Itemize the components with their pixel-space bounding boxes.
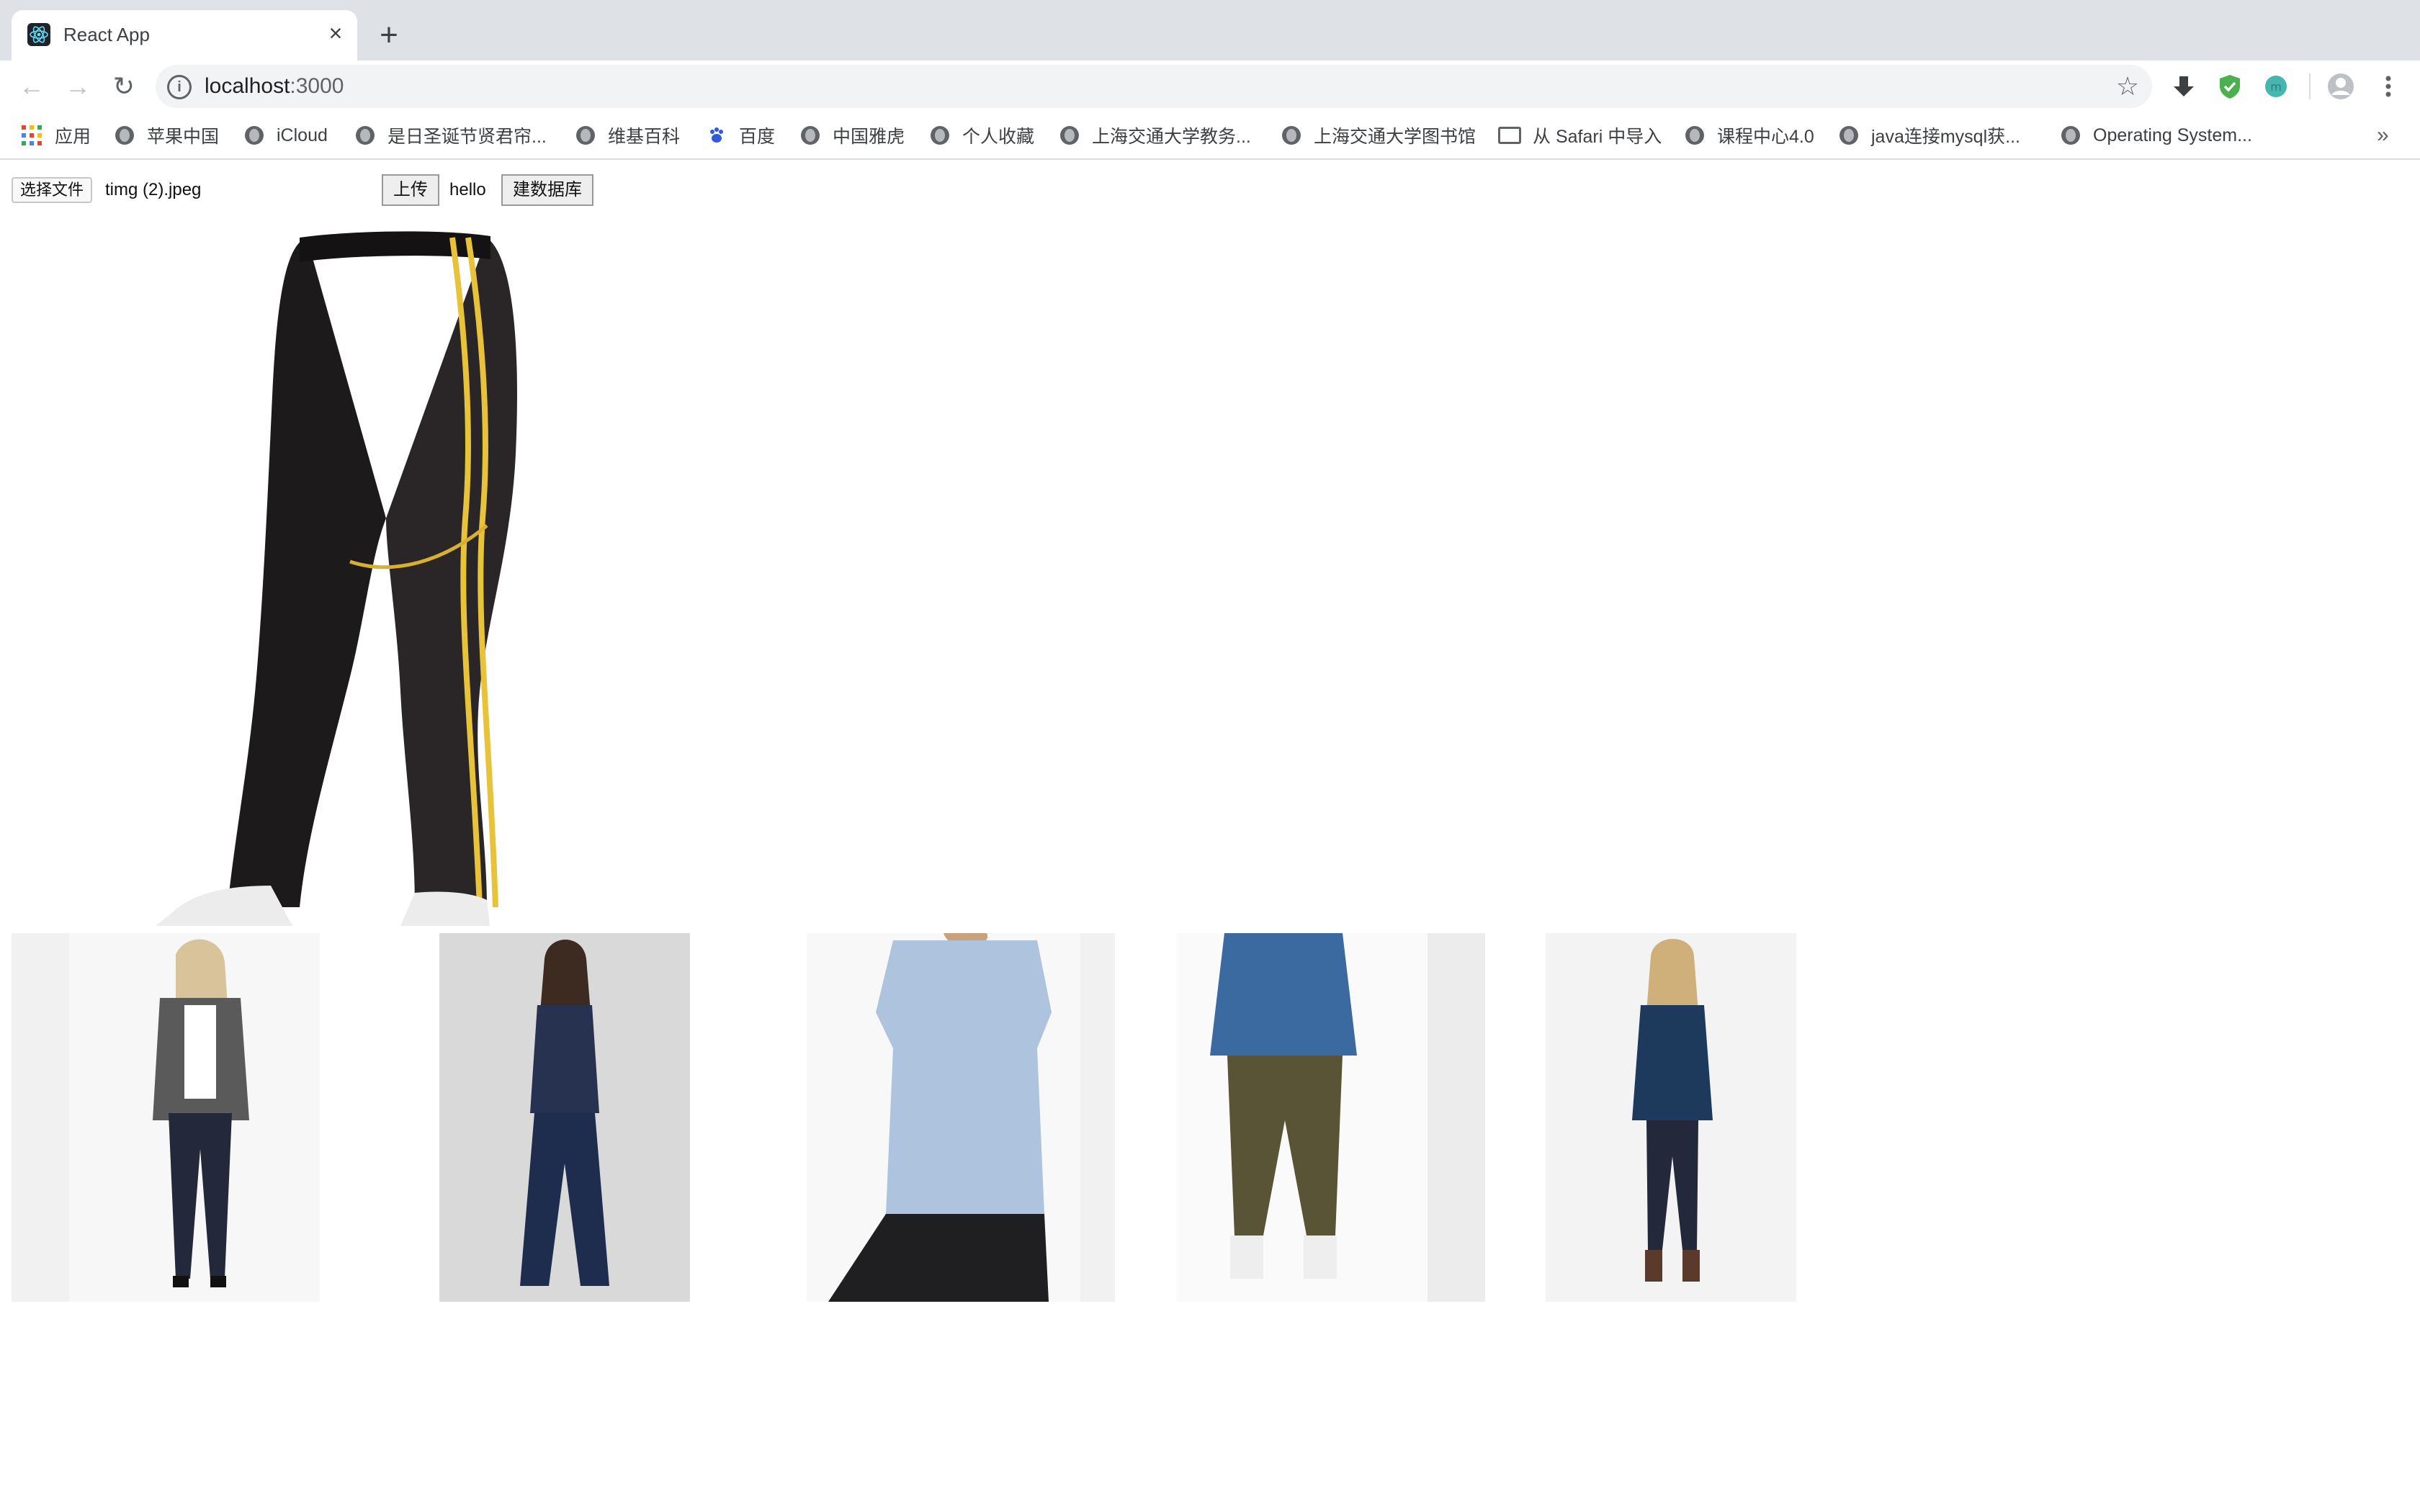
bookmark-item[interactable]: 百度: [707, 121, 775, 150]
toolbar-divider: [2309, 73, 2311, 99]
bookmark-item[interactable]: iCloud: [245, 121, 328, 150]
globe-icon: [1060, 126, 1079, 145]
bookmark-label: 个人收藏: [962, 127, 1035, 147]
profile-avatar-icon[interactable]: [2325, 71, 2357, 102]
globe-icon: [576, 126, 595, 145]
uploaded-track-pants-image: [12, 216, 530, 926]
shield-check-icon[interactable]: [2214, 71, 2246, 102]
result-image-3[interactable]: [807, 933, 1115, 1302]
browser-toolbar: ← → ↻ i localhost:3000 ☆ m: [0, 60, 2420, 112]
globe-icon: [2061, 126, 2080, 145]
address-bar[interactable]: i localhost:3000 ☆: [156, 65, 2152, 108]
back-arrow-icon[interactable]: ←: [14, 69, 49, 104]
bookmark-item[interactable]: 苹果中国: [115, 121, 219, 150]
bookmark-item[interactable]: Operating System...: [2061, 121, 2252, 150]
bookmark-item[interactable]: java连接mysql获...: [1839, 121, 2020, 150]
baidu-paw-icon: [707, 126, 726, 145]
globe-icon: [931, 126, 949, 145]
globe-icon: [1685, 126, 1704, 145]
upload-button[interactable]: 上传: [382, 174, 439, 206]
build-database-button[interactable]: 建数据库: [501, 174, 593, 206]
globe-icon: [245, 126, 264, 145]
bookmark-item[interactable]: 维基百科: [576, 121, 680, 150]
bookmark-apps[interactable]: 应用: [22, 121, 91, 150]
bookmark-label: 上海交通大学图书馆: [1314, 127, 1476, 147]
result-image-4[interactable]: [1177, 933, 1485, 1302]
svg-text:m: m: [2270, 80, 2282, 94]
tab-title: React App: [63, 24, 150, 45]
url-host: localhost: [205, 74, 290, 98]
forward-arrow-icon[interactable]: →: [60, 69, 95, 104]
bookmarks-overflow-chevron-icon[interactable]: »: [2377, 121, 2389, 150]
kebab-menu-icon[interactable]: [2372, 71, 2404, 102]
bookmark-label: 上海交通大学教务...: [1092, 127, 1251, 147]
new-tab-button[interactable]: +: [375, 19, 403, 52]
bookmark-label: 是日圣诞节贤君帘...: [387, 127, 547, 147]
bookmark-label: 维基百科: [608, 127, 681, 147]
bookmark-item[interactable]: 上海交通大学图书馆: [1282, 121, 1476, 150]
globe-icon: [356, 126, 375, 145]
bookmark-item[interactable]: 上海交通大学教务...: [1060, 121, 1251, 150]
bookmark-label: iCloud: [277, 125, 328, 145]
tab-strip: React App × +: [0, 0, 2420, 60]
bookmark-item[interactable]: 是日圣诞节贤君帘...: [356, 121, 547, 150]
apps-grid-icon: [22, 125, 42, 145]
bookmark-label: 应用: [55, 127, 91, 147]
bookmark-label: 课程中心4.0: [1717, 127, 1814, 147]
result-image-5[interactable]: [1546, 933, 1796, 1302]
bookmark-label: 苹果中国: [147, 127, 220, 147]
globe-icon: [115, 126, 134, 145]
info-icon[interactable]: i: [167, 75, 192, 99]
bookmark-star-icon[interactable]: ☆: [2113, 72, 2142, 101]
bookmark-item[interactable]: 个人收藏: [931, 121, 1034, 150]
result-image-2[interactable]: [439, 933, 690, 1302]
choose-file-button[interactable]: 选择文件: [12, 177, 93, 203]
result-image-1[interactable]: [12, 933, 320, 1302]
globe-icon: [1282, 126, 1301, 145]
selected-file-name: timg (2).jpeg: [105, 180, 202, 199]
bookmark-label: Operating System...: [2093, 125, 2252, 145]
folder-icon: [1498, 127, 1521, 144]
bookmark-label: 从 Safari 中导入: [1533, 127, 1662, 147]
bookmark-folder[interactable]: 从 Safari 中导入: [1498, 121, 1662, 150]
bookmark-item[interactable]: 中国雅虎: [801, 121, 905, 150]
hello-text: hello: [449, 180, 486, 199]
download-icon[interactable]: [2168, 71, 2200, 102]
browser-tab[interactable]: React App ×: [12, 10, 357, 60]
react-logo-icon: [27, 23, 50, 46]
bookmark-label: 中国雅虎: [833, 127, 905, 147]
bookmark-label: 百度: [739, 127, 776, 147]
globe-icon: [801, 126, 820, 145]
bookmark-label: java连接mysql获...: [1871, 127, 2020, 147]
bookmarks-bar: 应用 苹果中国 iCloud 是日圣诞节贤君帘... 维基百科 百度 中国雅虎 …: [0, 112, 2420, 160]
reload-icon[interactable]: ↻: [107, 69, 141, 104]
close-icon[interactable]: ×: [323, 20, 349, 46]
url-port: :3000: [290, 74, 344, 98]
globe-icon: [1839, 126, 1858, 145]
extension-circle-icon[interactable]: m: [2260, 71, 2292, 102]
bookmark-item[interactable]: 课程中心4.0: [1685, 121, 1814, 150]
url-text[interactable]: localhost:3000: [205, 73, 344, 99]
